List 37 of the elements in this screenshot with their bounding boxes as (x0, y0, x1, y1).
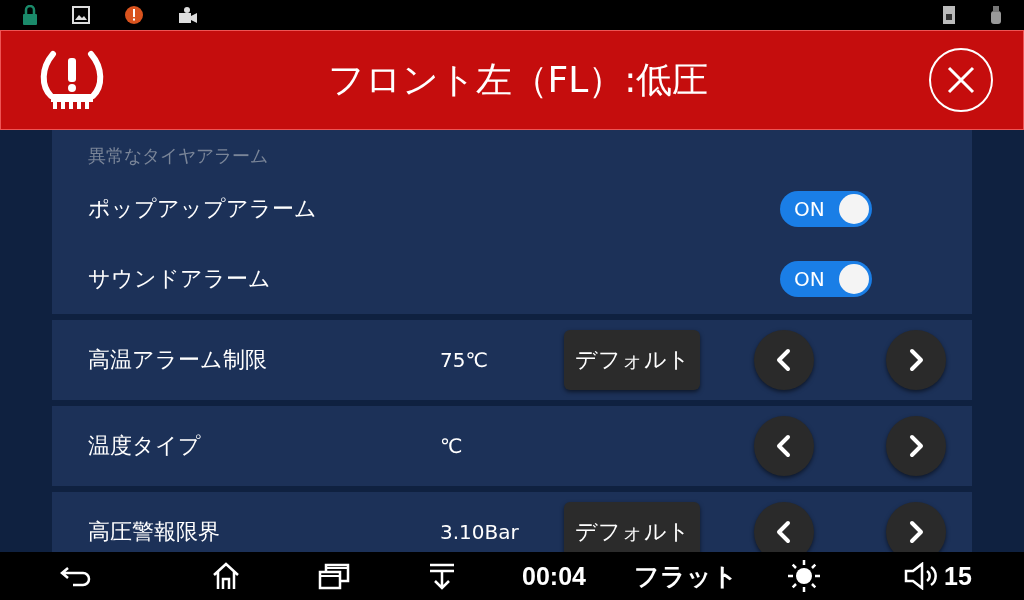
setting-value: 75℃ (440, 348, 489, 372)
decrease-button[interactable] (754, 330, 814, 390)
volume-level: 15 (944, 561, 972, 591)
increase-button[interactable] (886, 416, 946, 476)
increase-button[interactable] (886, 502, 946, 552)
volume-icon[interactable] (904, 562, 940, 590)
setting-label: ポップアップアラーム (88, 195, 317, 223)
home-icon (211, 561, 241, 591)
default-button[interactable]: デフォルト (564, 330, 700, 390)
setting-label: 高温アラーム制限 (88, 346, 268, 374)
download-icon (429, 562, 455, 590)
setting-label: 温度タイプ (88, 432, 202, 460)
windows-icon (318, 562, 350, 590)
clock-time: 00:04 (522, 561, 587, 591)
usb-icon (990, 5, 1002, 25)
lock-icon (22, 5, 38, 25)
toggle-switch[interactable]: ON (780, 261, 872, 297)
eq-preset[interactable]: フラット (634, 559, 784, 593)
sim-card-icon (942, 5, 956, 25)
alert-title: フロント左（FL）:低圧 (326, 57, 710, 102)
image-icon (72, 6, 90, 24)
alert-icon (124, 5, 144, 25)
decrease-button[interactable] (754, 502, 814, 552)
back-icon (59, 564, 93, 588)
setting-value: ℃ (440, 434, 464, 458)
camera-icon (178, 6, 198, 24)
toggle-switch[interactable]: ON (780, 191, 872, 227)
setting-value: 3.10Bar (440, 520, 520, 544)
default-button[interactable]: デフォルト (564, 502, 700, 552)
close-icon (946, 65, 976, 95)
increase-button[interactable] (886, 330, 946, 390)
section-title: 異常なタイヤアラーム (88, 144, 269, 168)
setting-label: 高圧警報限界 (88, 518, 221, 546)
close-button[interactable] (929, 48, 993, 112)
decrease-button[interactable] (754, 416, 814, 476)
setting-label: サウンドアラーム (88, 265, 271, 293)
sun-icon (787, 559, 821, 593)
